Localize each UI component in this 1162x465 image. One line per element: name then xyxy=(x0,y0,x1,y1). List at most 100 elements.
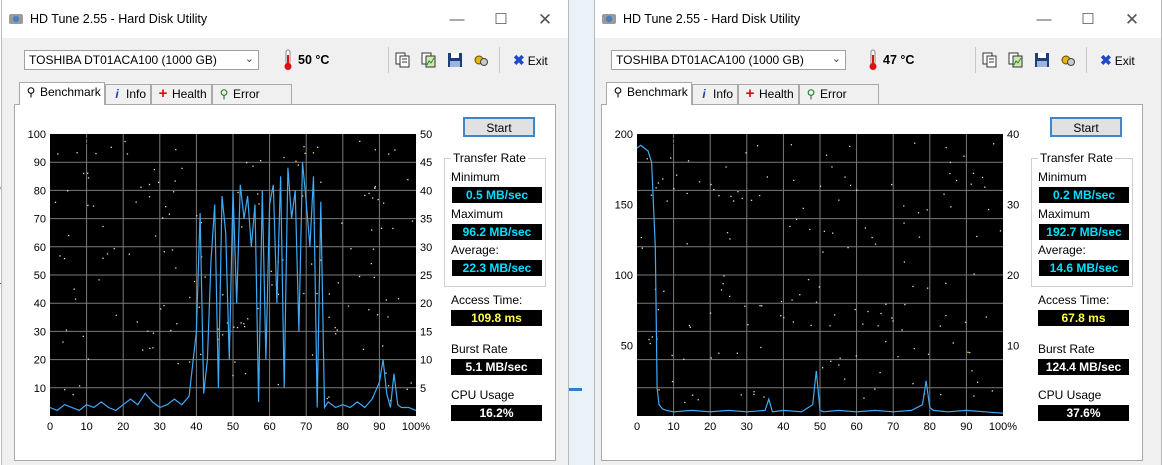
access-time-point xyxy=(663,290,665,292)
maximize-button[interactable]: ☐ xyxy=(1067,6,1109,34)
tab-health[interactable]: + Health xyxy=(151,84,212,104)
y-axis-tick-label-right: 20 xyxy=(420,298,432,310)
drive-select[interactable]: TOSHIBA DT01ACA100 (1000 GB) ⌄ xyxy=(24,50,259,70)
access-time-point xyxy=(83,172,85,175)
drive-select-value: TOSHIBA DT01ACA100 (1000 GB) xyxy=(616,53,804,67)
minimize-button[interactable]: — xyxy=(436,6,478,34)
access-time-point xyxy=(222,294,224,296)
copy-icon[interactable] xyxy=(981,51,999,69)
maximize-button[interactable]: ☐ xyxy=(480,6,522,34)
minimize-button[interactable]: — xyxy=(1023,6,1065,34)
access-time-point xyxy=(657,309,660,311)
benchmark-graph: 20015010050403020100 10 20 30 40 50 60 70 80 90 10… xyxy=(615,129,1020,433)
access-time-point xyxy=(233,326,235,328)
copy-graph-icon[interactable] xyxy=(1007,51,1025,69)
title-bar[interactable]: HD Tune 2.55 - Hard Disk Utility — ☐ ✕ xyxy=(2,0,568,38)
start-button[interactable]: Start xyxy=(463,117,535,137)
tab-info[interactable]: i Info xyxy=(692,84,738,104)
x-axis-tick-label: 0 xyxy=(634,421,640,433)
access-time-point xyxy=(766,176,769,178)
transfer-rate-group: Transfer Rate Minimum 0.2 MB/sec Maximum… xyxy=(1031,151,1133,287)
access-time-point xyxy=(368,309,370,311)
transfer-rate-title: Transfer Rate xyxy=(451,151,528,165)
access-time-point xyxy=(783,316,785,319)
save-icon[interactable] xyxy=(1033,51,1051,69)
y-axis-unit-right: ms xyxy=(399,135,414,147)
access-time-point xyxy=(232,374,234,377)
drive-select[interactable]: TOSHIBA DT01ACA100 (1000 GB) ⌄ xyxy=(611,50,846,70)
access-time-point xyxy=(259,159,262,162)
save-icon[interactable] xyxy=(446,51,464,69)
access-time-point xyxy=(892,320,894,322)
toolbar-separator xyxy=(975,47,976,73)
access-time-point xyxy=(316,292,318,295)
access-time-point xyxy=(759,305,761,307)
access-time-point xyxy=(655,187,657,189)
tab-strip: ⚲Benchmark iInfo +Health ⚲Error Scan xyxy=(2,82,568,120)
access-time-point xyxy=(671,380,674,383)
cpu-usage-value: 37.6% xyxy=(1038,405,1129,421)
access-time-point xyxy=(973,395,975,397)
access-time-point xyxy=(370,262,373,265)
options-icon[interactable] xyxy=(1059,51,1077,69)
tab-benchmark[interactable]: ⚲ Benchmark xyxy=(19,82,105,105)
tab-error-scan[interactable]: ⚲Error Scan xyxy=(799,84,879,120)
copy-graph-icon[interactable] xyxy=(420,51,438,69)
access-time-point xyxy=(856,189,858,191)
access-time-point xyxy=(374,149,377,151)
access-time-point xyxy=(147,330,149,332)
access-time-point xyxy=(718,194,720,197)
access-time-point xyxy=(747,324,749,326)
access-time-point xyxy=(62,341,64,343)
health-cross-icon: + xyxy=(158,85,168,102)
y-axis-tick-label-right: 30 xyxy=(420,242,432,254)
options-icon[interactable] xyxy=(472,51,490,69)
tab-info[interactable]: i Info xyxy=(105,84,151,104)
close-button[interactable]: ✕ xyxy=(524,6,566,34)
tab-error-scan[interactable]: ⚲Error Scan xyxy=(212,84,292,120)
access-time-point xyxy=(181,167,183,170)
exit-button[interactable]: ✖ Exit xyxy=(1100,52,1135,69)
access-time-point xyxy=(981,176,984,179)
tab-benchmark[interactable]: ⚲ Benchmark xyxy=(606,82,692,105)
access-time-point xyxy=(364,194,366,197)
copy-icon[interactable] xyxy=(394,51,412,69)
access-time-point xyxy=(718,352,720,354)
access-time-point xyxy=(658,389,660,391)
y-axis-tick-label-right: 35 xyxy=(420,214,432,226)
access-time-point xyxy=(651,336,654,338)
access-time-point xyxy=(172,191,175,193)
info-icon: i xyxy=(702,87,706,101)
access-time-point xyxy=(874,243,877,245)
access-time-point xyxy=(157,181,160,184)
access-time-point xyxy=(63,257,66,260)
access-time-point xyxy=(382,202,385,204)
access-time-point xyxy=(691,394,694,396)
access-time-point xyxy=(972,172,975,174)
access-time-point xyxy=(710,183,712,186)
access-time-point xyxy=(965,321,967,323)
tab-health[interactable]: + Health xyxy=(738,84,799,104)
start-button[interactable]: Start xyxy=(1050,117,1122,137)
access-time-point xyxy=(795,218,798,221)
exit-button[interactable]: ✖ Exit xyxy=(513,52,548,69)
x-axis-tick-label: 10 xyxy=(80,421,92,433)
hdtune-app-icon xyxy=(9,14,23,24)
access-time-point xyxy=(374,187,376,189)
access-time-point xyxy=(666,200,668,202)
burst-rate-label: Burst Rate xyxy=(1038,342,1095,356)
y-axis-tick-label-right: 20 xyxy=(1007,270,1019,282)
access-time-point xyxy=(821,367,824,369)
access-time-point xyxy=(392,227,394,230)
close-button[interactable]: ✕ xyxy=(1111,6,1153,34)
access-time-point xyxy=(673,188,675,190)
access-time-point xyxy=(688,324,691,327)
x-axis-tick-label: 100% xyxy=(402,421,430,433)
title-bar[interactable]: HD Tune 2.55 - Hard Disk Utility — ☐ ✕ xyxy=(595,0,1161,38)
access-time-point xyxy=(140,186,142,188)
tab-strip: ⚲Benchmark iInfo +Health ⚲Error Scan xyxy=(595,82,1161,120)
benchmark-panel: 200 150 100 50 40 30 20 10 0 10 20 30 40 50 60 70 80 90 10… xyxy=(601,104,1143,461)
y-axis-tick-label-left: 90 xyxy=(34,157,46,169)
access-time-point xyxy=(830,360,832,362)
y-axis-tick-label-right: 25 xyxy=(420,270,432,282)
